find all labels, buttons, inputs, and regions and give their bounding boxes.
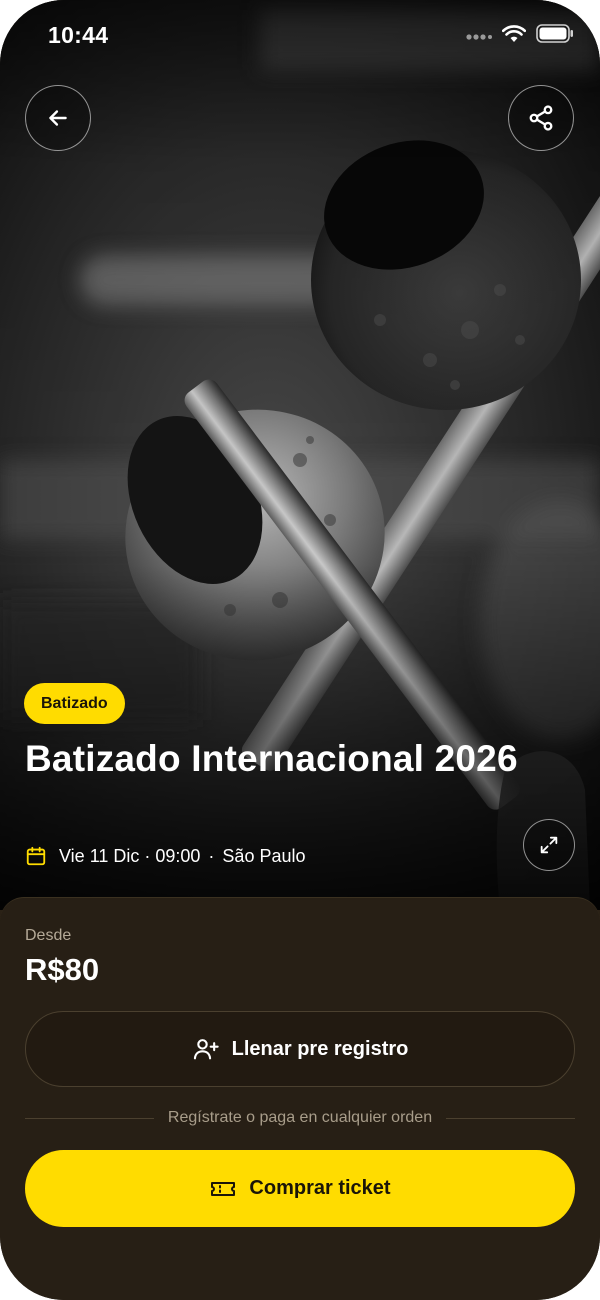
divider-line-left <box>25 1117 154 1119</box>
divider-line-right <box>446 1117 575 1119</box>
buy-ticket-label: Comprar ticket <box>249 1177 391 1199</box>
price-from-label: Desde <box>25 927 72 944</box>
battery-icon <box>536 24 574 47</box>
signal-dots-icon <box>466 26 492 45</box>
calendar-icon <box>25 845 47 867</box>
order-hint: Regístrate o paga en cualquier orden <box>25 1106 575 1130</box>
back-button[interactable] <box>25 85 91 151</box>
status-bar: 10:44 <box>0 0 600 76</box>
arrow-left-icon <box>45 105 71 131</box>
wifi-icon <box>501 24 527 47</box>
event-date-time: Vie 11 Dic · 09:00 <box>59 845 201 866</box>
expand-image-button[interactable] <box>523 819 575 871</box>
buy-ticket-button[interactable]: Comprar ticket <box>25 1150 575 1227</box>
preregister-label: Llenar pre registro <box>231 1037 409 1060</box>
user-plus-icon <box>192 1035 220 1063</box>
meta-separator: · <box>208 845 215 866</box>
status-time: 10:44 <box>48 22 109 48</box>
phone-screen: 10:44 Batizado Batizado Internacional 20… <box>0 0 600 1300</box>
price-value: R$80 <box>25 952 100 987</box>
share-button[interactable] <box>508 85 574 151</box>
order-hint-text: Regístrate o paga en cualquier orden <box>167 1109 433 1126</box>
preregister-button[interactable]: Llenar pre registro <box>25 1011 575 1087</box>
event-meta: Vie 11 Dic · 09:00 · São Paulo <box>25 842 306 870</box>
status-icons <box>466 24 574 47</box>
category-badge: Batizado <box>24 683 125 724</box>
event-title: Batizado Internacional 2026 <box>25 738 518 779</box>
event-location: São Paulo <box>222 845 306 866</box>
ticket-icon <box>209 1177 237 1201</box>
share-icon <box>527 104 555 132</box>
expand-icon <box>538 834 560 856</box>
